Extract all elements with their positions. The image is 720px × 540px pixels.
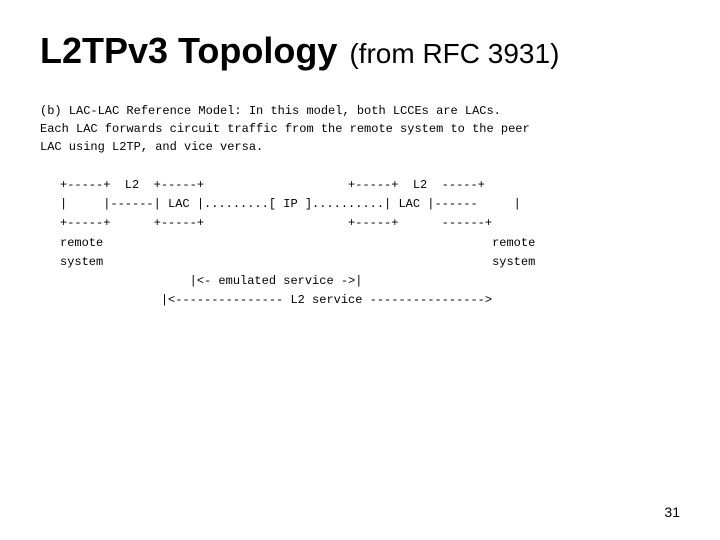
diagram-text: +-----+ L2 +-----+ +-----+ L2 -----+ | |… bbox=[60, 176, 680, 310]
description-text: (b) LAC-LAC Reference Model: In this mod… bbox=[40, 102, 680, 156]
content-area: (b) LAC-LAC Reference Model: In this mod… bbox=[40, 102, 680, 310]
title-area: L2TPv3 Topology (from RFC 3931) bbox=[40, 30, 680, 72]
page-title-main: L2TPv3 Topology bbox=[40, 30, 337, 72]
page-container: L2TPv3 Topology (from RFC 3931) (b) LAC-… bbox=[0, 0, 720, 540]
page-title-subtitle: (from RFC 3931) bbox=[349, 38, 559, 70]
page-number: 31 bbox=[664, 504, 680, 520]
